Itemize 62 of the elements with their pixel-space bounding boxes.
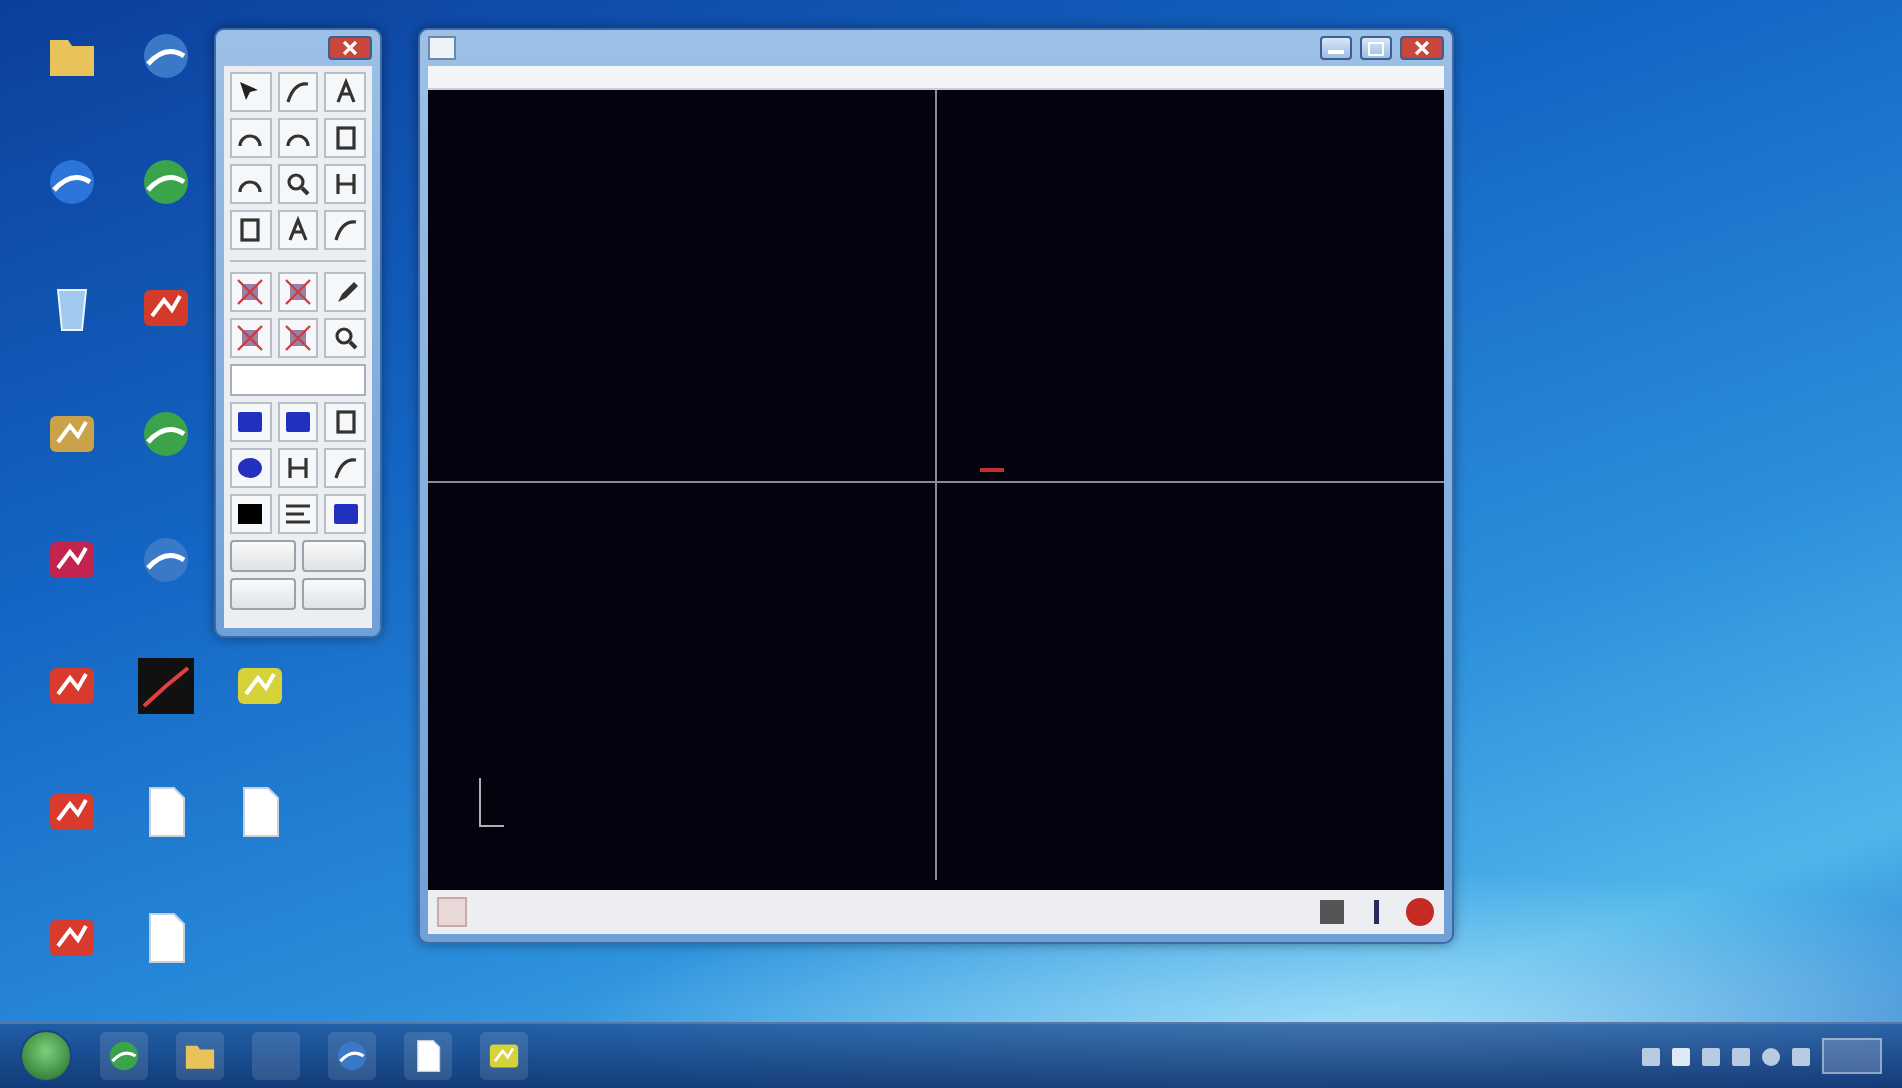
curve-icon — [331, 454, 360, 482]
h-shape-icon — [283, 454, 312, 482]
tool-button[interactable] — [324, 318, 366, 358]
tool-button[interactable] — [277, 448, 319, 488]
tool-button[interactable] — [230, 118, 272, 158]
taskbar-app-icon[interactable] — [328, 1032, 376, 1080]
lines-icon — [283, 500, 312, 528]
h-shape-icon — [331, 170, 360, 198]
curve-icon — [283, 78, 312, 106]
curve-icon — [331, 216, 360, 244]
tool-button[interactable] — [277, 72, 319, 112]
tool-button[interactable] — [324, 118, 366, 158]
tool-button[interactable] — [277, 210, 319, 250]
tool-button[interactable] — [277, 164, 319, 204]
tool-button[interactable] — [230, 210, 272, 250]
tool-button[interactable] — [324, 272, 366, 312]
tool-button[interactable] — [324, 402, 366, 442]
start-button[interactable] — [20, 1030, 72, 1082]
tool-button[interactable] — [324, 164, 366, 204]
taskbar-app-icon[interactable] — [100, 1032, 148, 1080]
close-button[interactable] — [328, 36, 372, 60]
tool-button[interactable] — [277, 494, 319, 534]
node-icon — [283, 278, 312, 306]
tool-button[interactable] — [324, 72, 366, 112]
rectangle-icon — [236, 216, 265, 244]
close-icon — [342, 40, 358, 56]
filled-ellipse-icon — [236, 454, 265, 482]
letter-icon — [331, 78, 360, 106]
search-icon — [331, 324, 360, 352]
tool-button[interactable] — [277, 402, 319, 442]
tool-button[interactable] — [324, 448, 366, 488]
filled-rectangle-icon — [331, 500, 360, 528]
tool-button[interactable] — [230, 448, 272, 488]
close-icon — [1414, 40, 1430, 56]
tool-button[interactable] — [277, 118, 319, 158]
minimize-button[interactable] — [1320, 36, 1352, 60]
close-button[interactable] — [1400, 36, 1444, 60]
taskbar-app-icon[interactable] — [480, 1032, 528, 1080]
node-icon — [236, 324, 265, 352]
search-icon — [283, 170, 312, 198]
tool-button[interactable] — [230, 402, 272, 442]
node-icon — [236, 278, 265, 306]
maximize-button[interactable] — [1360, 36, 1392, 60]
tool-button[interactable] — [230, 494, 272, 534]
app-icon — [428, 36, 456, 60]
rectangle-icon — [331, 408, 360, 436]
filled-rectangle-icon — [236, 408, 265, 436]
rectangle-icon — [331, 124, 360, 152]
select-field[interactable] — [230, 364, 366, 396]
node-icon — [283, 324, 312, 352]
stop-icon[interactable] — [1404, 896, 1436, 928]
letter-icon — [283, 216, 312, 244]
tool-button[interactable] — [324, 494, 366, 534]
tool-button[interactable] — [324, 210, 366, 250]
tool-button[interactable] — [230, 72, 272, 112]
taskbar-app-icon[interactable] — [176, 1032, 224, 1080]
taskbar-app-icon[interactable] — [404, 1032, 452, 1080]
filled-rectangle-icon — [283, 408, 312, 436]
maximize-icon — [1368, 41, 1384, 55]
filled-rectangle-icon — [236, 500, 265, 528]
app-icon[interactable] — [137, 658, 193, 714]
tool-button[interactable] — [230, 164, 272, 204]
